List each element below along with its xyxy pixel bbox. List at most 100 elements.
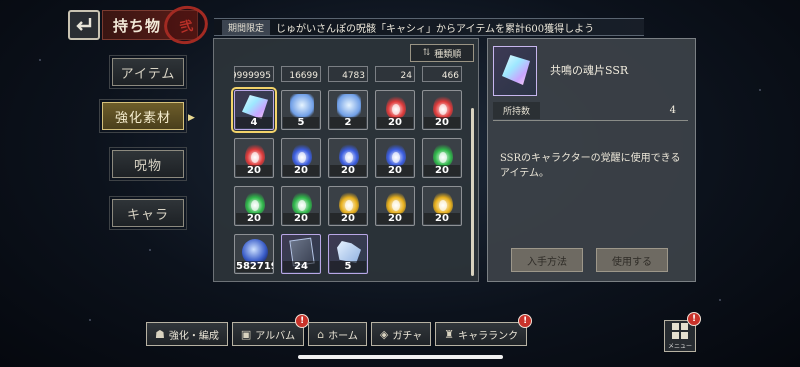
active-indicator-icon: ▶ <box>188 113 195 123</box>
event-notice-banner[interactable]: 期間限定 じゅがいさんぽの呪骸「キャシィ」からアイテムを累計600獲得しよう <box>214 18 644 36</box>
item-quantity: 4783 <box>342 71 365 81</box>
item-quantity: 20 <box>330 165 366 176</box>
owned-count-label: 所持数 <box>493 102 541 119</box>
inventory-scrollbar[interactable] <box>471 108 474 276</box>
inventory-slot[interactable]: 5827193 <box>234 234 274 274</box>
inventory-row-partial: 9999995 16699 4783 24 466 <box>234 66 470 82</box>
item-quantity: 20 <box>377 165 413 176</box>
back-button[interactable] <box>68 10 100 40</box>
item-quantity: 2 <box>330 117 366 128</box>
inventory-slot[interactable]: 2 <box>328 90 368 130</box>
inventory-slot[interactable]: 20 <box>422 138 462 178</box>
inventory-slot[interactable]: 20 <box>422 186 462 226</box>
crystal-ssr-icon <box>242 95 268 119</box>
item-quantity: 466 <box>441 71 459 81</box>
people-icon: ☗ <box>155 327 165 341</box>
owned-count-value: 4 <box>669 105 676 116</box>
green-flame-icon <box>292 191 312 215</box>
inventory-slot[interactable]: 20 <box>375 186 415 226</box>
nav-button-gacha[interactable]: ◈ ガチャ <box>370 322 432 346</box>
bottom-navigation: ☗ 強化・編成 ▣ アルバム! ⌂ ホーム ◈ ガチャ ♜ キャラランク! <box>146 314 533 346</box>
red-flame-icon <box>245 143 265 167</box>
sidebar-item-materials[interactable]: 強化素材 <box>99 99 187 133</box>
notice-tag: 期間限定 <box>222 19 271 35</box>
sidebar-item-characters[interactable]: キャラ <box>109 196 187 230</box>
detail-item-name: 共鳴の魂片SSR <box>550 64 629 77</box>
acquire-method-button[interactable]: 入手方法 <box>511 248 583 272</box>
item-quantity: 20 <box>424 117 460 128</box>
notification-badge: ! <box>295 314 310 328</box>
inventory-slot[interactable]: 20 <box>281 186 321 226</box>
blue-flame-icon <box>339 143 359 167</box>
detail-description: SSRのキャラクターの覚醒に使用できるアイテム。 <box>500 153 681 179</box>
inventory-slot-partial[interactable]: 24 <box>375 66 415 82</box>
inventory-slot[interactable]: 5 <box>281 90 321 130</box>
green-flame-icon <box>433 143 453 167</box>
inventory-slot-partial[interactable]: 16699 <box>281 66 321 82</box>
item-quantity: 20 <box>236 213 272 224</box>
green-flame-icon <box>245 191 265 215</box>
item-quantity: 9999995 <box>234 71 271 81</box>
item-quantity: 4 <box>236 117 272 128</box>
inventory-slot[interactable]: 20 <box>234 186 274 226</box>
gem-cluster-icon <box>337 241 361 263</box>
item-quantity: 20 <box>283 165 319 176</box>
item-quantity: 24 <box>283 261 319 272</box>
owned-count-row: 所持数 4 <box>493 101 688 121</box>
sort-label: 種類順 <box>434 49 462 60</box>
gacha-icon: ◈ <box>379 327 389 341</box>
item-quantity: 20 <box>424 213 460 224</box>
inventory-slot[interactable]: 20 <box>234 138 274 178</box>
nav-button-home[interactable]: ⌂ ホーム <box>308 322 367 346</box>
sort-button[interactable]: ⇅ 種類順 <box>410 44 474 62</box>
item-quantity: 5 <box>330 261 366 272</box>
item-quantity: 20 <box>283 213 319 224</box>
inventory-slot[interactable]: 20 <box>375 90 415 130</box>
item-quantity: 20 <box>377 213 413 224</box>
yellow-flame-icon <box>386 191 406 215</box>
inventory-slot-partial[interactable]: 4783 <box>328 66 368 82</box>
blue-flame-icon <box>292 143 312 167</box>
inventory-slot[interactable]: 20 <box>328 138 368 178</box>
item-quantity: 20 <box>330 213 366 224</box>
use-item-button[interactable]: 使用する <box>596 248 668 272</box>
nav-button-album[interactable]: ▣ アルバム! <box>231 314 310 346</box>
nav-button-rank[interactable]: ♜ キャラランク! <box>435 314 533 346</box>
blue-flame-icon <box>386 143 406 167</box>
red-flame-icon <box>433 95 453 119</box>
detail-item-icon <box>493 46 537 96</box>
grid-menu-icon <box>672 322 688 339</box>
nav-label: キャラランク <box>458 330 519 342</box>
inventory-slot-partial[interactable]: 9999995 <box>234 66 274 82</box>
inventory-slot[interactable]: 20 <box>422 90 462 130</box>
home-indicator[interactable] <box>298 355 503 359</box>
sidebar-item-cursed-objects[interactable]: 呪物 <box>109 147 187 181</box>
yellow-flame-icon <box>433 191 453 215</box>
inventory-slot[interactable]: 4 <box>231 87 277 133</box>
inventory-grid: 4522020202020202020202020205827193245 <box>231 87 470 280</box>
yellow-flame-icon <box>339 191 359 215</box>
album-icon: ▣ <box>240 327 252 341</box>
sort-icon: ⇅ <box>422 48 431 58</box>
inventory-slot[interactable]: 20 <box>375 138 415 178</box>
nav-button-people[interactable]: ☗ 強化・編成 <box>146 322 228 346</box>
item-quantity: 5 <box>283 117 319 128</box>
inventory-slot[interactable]: 20 <box>328 186 368 226</box>
inventory-slot-partial[interactable]: 466 <box>422 66 462 82</box>
nav-label: アルバム <box>255 330 296 342</box>
inventory-slot[interactable]: 20 <box>281 138 321 178</box>
menu-button[interactable]: メニュー ! <box>664 312 701 352</box>
menu-label: メニュー <box>667 342 692 350</box>
inventory-slot[interactable]: 5 <box>328 234 368 274</box>
notice-text: じゅがいさんぽの呪骸「キャシィ」からアイテムを累計600獲得しよう <box>276 23 595 35</box>
nav-label: ホーム <box>328 330 358 342</box>
crystal-ssr-icon <box>502 55 530 85</box>
rank-icon: ♜ <box>444 327 455 341</box>
sidebar-item-items[interactable]: アイテム <box>109 55 187 89</box>
home-icon: ⌂ <box>317 327 325 341</box>
item-quantity: 20 <box>424 165 460 176</box>
nav-label: ガチャ <box>392 330 423 342</box>
item-quantity: 20 <box>236 165 272 176</box>
inventory-slot[interactable]: 24 <box>281 234 321 274</box>
item-quantity: 16699 <box>289 71 318 81</box>
